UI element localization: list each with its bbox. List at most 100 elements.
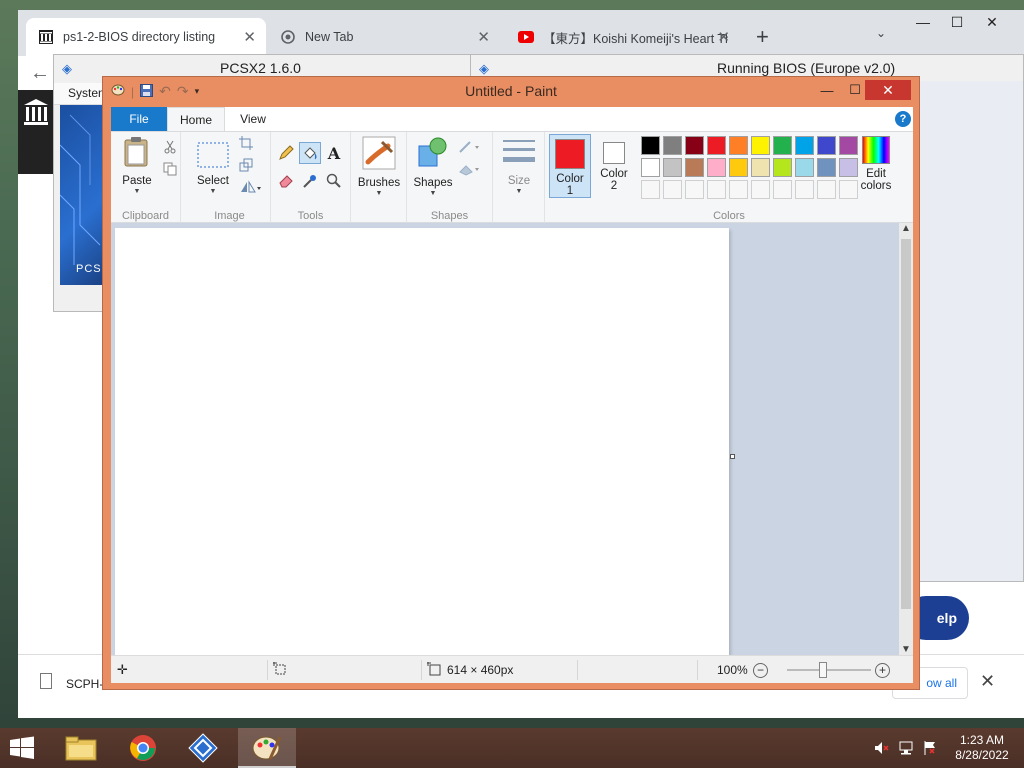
scroll-up-icon[interactable]: ▲ bbox=[901, 223, 911, 234]
separator bbox=[577, 660, 578, 680]
tab-home[interactable]: Home bbox=[167, 107, 225, 131]
crop-icon[interactable] bbox=[237, 134, 255, 152]
pcsx2-taskbar-icon[interactable] bbox=[174, 728, 232, 768]
palette-swatch[interactable] bbox=[685, 158, 704, 177]
volume-muted-icon[interactable] bbox=[874, 740, 890, 756]
copy-icon[interactable] bbox=[161, 160, 179, 178]
vertical-scrollbar[interactable]: ▲ ▼ bbox=[899, 223, 913, 655]
resize-icon[interactable] bbox=[237, 156, 255, 174]
resize-handle[interactable] bbox=[730, 454, 735, 459]
drawing-canvas[interactable] bbox=[115, 228, 729, 655]
palette-swatch[interactable] bbox=[751, 136, 770, 155]
eraser-icon[interactable] bbox=[277, 172, 295, 190]
palette-swatch[interactable] bbox=[641, 180, 660, 199]
palette-swatch[interactable] bbox=[817, 136, 836, 155]
paint-window[interactable]: | ↶ ↷ ▾ Untitled - Paint — ☐ ✕ File Home… bbox=[102, 76, 920, 690]
palette-swatch[interactable] bbox=[641, 136, 660, 155]
paint-taskbar-icon[interactable] bbox=[238, 728, 296, 768]
size-button[interactable]: Size ▼ bbox=[499, 136, 539, 195]
edit-colors-label: colors bbox=[860, 180, 892, 192]
palette-swatch[interactable] bbox=[773, 180, 792, 199]
brushes-label: Brushes bbox=[357, 177, 401, 189]
palette-swatch[interactable] bbox=[707, 158, 726, 177]
scroll-thumb[interactable] bbox=[901, 239, 911, 609]
magnifier-icon[interactable] bbox=[325, 172, 343, 190]
color-picker-icon[interactable] bbox=[301, 172, 319, 190]
palette-swatch[interactable] bbox=[663, 136, 682, 155]
edit-colors-button[interactable]: Edit colors bbox=[855, 136, 897, 192]
window-title: Running BIOS (Europe v2.0) bbox=[717, 60, 896, 76]
color2-button[interactable]: Color 2 bbox=[593, 134, 635, 198]
maximize-button[interactable]: ☐ bbox=[843, 80, 867, 100]
palette-swatch[interactable] bbox=[729, 136, 748, 155]
rotate-icon[interactable] bbox=[237, 178, 265, 196]
palette-swatch[interactable] bbox=[641, 158, 660, 177]
pencil-icon[interactable] bbox=[277, 144, 295, 162]
color1-button[interactable]: Color 1 bbox=[549, 134, 591, 198]
palette-swatch[interactable] bbox=[685, 136, 704, 155]
text-icon[interactable]: A bbox=[325, 144, 343, 163]
palette-swatch[interactable] bbox=[663, 158, 682, 177]
canvas-size-icon bbox=[427, 662, 441, 679]
network-icon[interactable] bbox=[898, 740, 914, 756]
palette-swatch[interactable] bbox=[751, 158, 770, 177]
palette-swatch[interactable] bbox=[707, 136, 726, 155]
close-icon[interactable]: ✕ bbox=[477, 28, 490, 46]
zoom-out-button[interactable]: − bbox=[753, 663, 768, 678]
help-icon[interactable]: ? bbox=[895, 111, 911, 127]
back-arrow-icon[interactable]: ← bbox=[30, 62, 50, 85]
paste-button[interactable]: Paste ▼ bbox=[117, 136, 157, 195]
tab-view[interactable]: View bbox=[233, 107, 273, 131]
zoom-slider-thumb[interactable] bbox=[819, 662, 827, 678]
fill-icon[interactable] bbox=[299, 142, 321, 164]
palette-swatch[interactable] bbox=[773, 158, 792, 177]
palette-swatch[interactable] bbox=[795, 136, 814, 155]
palette-swatch[interactable] bbox=[773, 136, 792, 155]
close-button[interactable]: ✕ bbox=[974, 10, 1010, 34]
palette-swatch[interactable] bbox=[795, 158, 814, 177]
select-button[interactable]: Select ▼ bbox=[193, 136, 233, 195]
palette-swatch[interactable] bbox=[817, 180, 836, 199]
close-icon[interactable]: ✕ bbox=[980, 671, 995, 692]
action-center-icon[interactable] bbox=[922, 740, 938, 756]
group-label: Tools bbox=[297, 210, 324, 222]
close-icon[interactable]: ✕ bbox=[243, 28, 256, 46]
tab-new-tab[interactable]: New Tab ✕ bbox=[268, 18, 500, 56]
group-clipboard: Paste ▼ Clipboard bbox=[111, 132, 181, 224]
palette-swatch[interactable] bbox=[663, 180, 682, 199]
clock[interactable]: 1:23 AM 8/28/2022 bbox=[944, 733, 1020, 763]
tab-title: ps1-2-BIOS directory listing bbox=[63, 30, 216, 44]
outline-icon[interactable] bbox=[457, 138, 483, 156]
tab-file[interactable]: File bbox=[111, 107, 167, 131]
fill-shape-icon[interactable] bbox=[457, 160, 483, 178]
file-explorer-icon[interactable] bbox=[52, 728, 110, 768]
minimize-button[interactable]: — bbox=[815, 80, 839, 100]
palette-swatch[interactable] bbox=[817, 158, 836, 177]
tab-bios-listing[interactable]: ps1-2-BIOS directory listing ✕ bbox=[26, 18, 266, 56]
scroll-down-icon[interactable]: ▼ bbox=[901, 644, 911, 655]
zoom-in-button[interactable]: + bbox=[875, 663, 890, 678]
chrome-icon[interactable] bbox=[114, 728, 172, 768]
brushes-button[interactable]: Brushes ▼ bbox=[357, 136, 401, 197]
chevron-down-icon[interactable]: ⌄ bbox=[876, 26, 886, 40]
zoom-slider[interactable] bbox=[787, 669, 871, 671]
download-filename[interactable]: SCPH- bbox=[66, 677, 103, 691]
shapes-button[interactable]: Shapes ▼ bbox=[413, 136, 453, 197]
rainbow-icon bbox=[862, 136, 890, 164]
windows-start-icon[interactable] bbox=[8, 736, 38, 760]
cut-icon[interactable] bbox=[161, 138, 179, 156]
palette-swatch[interactable] bbox=[751, 180, 770, 199]
palette-swatch[interactable] bbox=[707, 180, 726, 199]
palette-swatch[interactable] bbox=[729, 180, 748, 199]
palette-swatch[interactable] bbox=[795, 180, 814, 199]
maximize-button[interactable]: ☐ bbox=[940, 10, 974, 34]
new-tab-button[interactable]: + bbox=[756, 24, 769, 50]
palette-swatch[interactable] bbox=[685, 180, 704, 199]
group-label: Clipboard bbox=[121, 210, 170, 222]
palette-swatch[interactable] bbox=[729, 158, 748, 177]
color1-label: Color bbox=[556, 173, 584, 185]
minimize-button[interactable]: — bbox=[906, 10, 940, 34]
close-icon[interactable]: ✕ bbox=[717, 28, 730, 46]
tab-youtube[interactable]: 【東方】Koishi Komeiji's Heart Th ✕ bbox=[506, 18, 740, 56]
close-button[interactable]: ✕ bbox=[865, 80, 911, 100]
